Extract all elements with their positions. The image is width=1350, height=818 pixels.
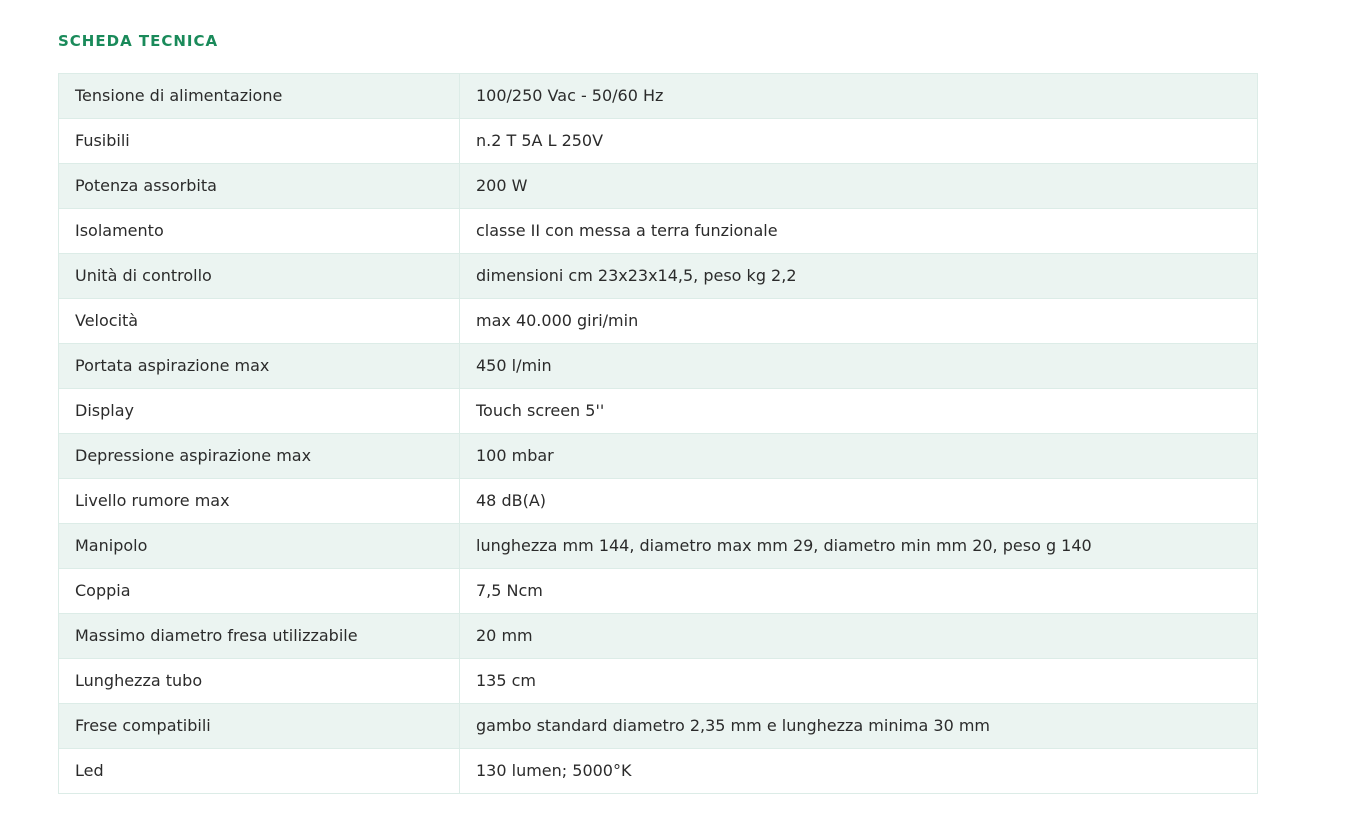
spec-label: Tensione di alimentazione xyxy=(58,73,460,119)
spec-row: Manipolo lunghezza mm 144, diametro max m… xyxy=(58,523,1258,569)
spec-row: Unità di controllo dimensioni cm 23x23x14… xyxy=(58,253,1258,299)
spec-value: 48 dB(A) xyxy=(459,478,1258,524)
spec-row: Tensione di alimentazione 100/250 Vac - 5… xyxy=(58,73,1258,119)
section-title: SCHEDA TECNICA xyxy=(58,32,219,50)
spec-label: Fusibili xyxy=(58,118,460,164)
spec-label: Lunghezza tubo xyxy=(58,658,460,704)
spec-value: 130 lumen; 5000°K xyxy=(459,748,1258,794)
spec-label: Led xyxy=(58,748,460,794)
spec-table: Tensione di alimentazione 100/250 Vac - 5… xyxy=(58,73,1258,794)
spec-value: lunghezza mm 144, diametro max mm 29, di… xyxy=(459,523,1258,569)
spec-label: Potenza assorbita xyxy=(58,163,460,209)
spec-value: 135 cm xyxy=(459,658,1258,704)
spec-row: Livello rumore max 48 dB(A) xyxy=(58,478,1258,524)
spec-value: gambo standard diametro 2,35 mm e lunghe… xyxy=(459,703,1258,749)
spec-row: Depressione aspirazione max 100 mbar xyxy=(58,433,1258,479)
spec-label: Unità di controllo xyxy=(58,253,460,299)
spec-value: 100/250 Vac - 50/60 Hz xyxy=(459,73,1258,119)
spec-value: dimensioni cm 23x23x14,5, peso kg 2,2 xyxy=(459,253,1258,299)
spec-value: 7,5 Ncm xyxy=(459,568,1258,614)
spec-table-body: Tensione di alimentazione 100/250 Vac - 5… xyxy=(58,73,1258,794)
spec-row: Velocità max 40.000 giri/min xyxy=(58,298,1258,344)
spec-row: Coppia 7,5 Ncm xyxy=(58,568,1258,614)
spec-label: Manipolo xyxy=(58,523,460,569)
spec-label: Portata aspirazione max xyxy=(58,343,460,389)
spec-value: 100 mbar xyxy=(459,433,1258,479)
spec-label: Coppia xyxy=(58,568,460,614)
spec-row: Display Touch screen 5'' xyxy=(58,388,1258,434)
spec-value: 200 W xyxy=(459,163,1258,209)
spec-value: n.2 T 5A L 250V xyxy=(459,118,1258,164)
spec-row: Potenza assorbita 200 W xyxy=(58,163,1258,209)
spec-row: Isolamento classe II con messa a terra fu… xyxy=(58,208,1258,254)
spec-label: Frese compatibili xyxy=(58,703,460,749)
spec-label: Display xyxy=(58,388,460,434)
spec-label: Depressione aspirazione max xyxy=(58,433,460,479)
spec-label: Isolamento xyxy=(58,208,460,254)
spec-value: 450 l/min xyxy=(459,343,1258,389)
spec-value: 20 mm xyxy=(459,613,1258,659)
spec-row: Fusibili n.2 T 5A L 250V xyxy=(58,118,1258,164)
spec-row: Massimo diametro fresa utilizzabile 20 mm xyxy=(58,613,1258,659)
spec-row: Frese compatibili gambo standard diametro… xyxy=(58,703,1258,749)
spec-value: Touch screen 5'' xyxy=(459,388,1258,434)
spec-row: Portata aspirazione max 450 l/min xyxy=(58,343,1258,389)
spec-label: Velocità xyxy=(58,298,460,344)
spec-row: Lunghezza tubo 135 cm xyxy=(58,658,1258,704)
spec-label: Livello rumore max xyxy=(58,478,460,524)
spec-value: max 40.000 giri/min xyxy=(459,298,1258,344)
spec-value: classe II con messa a terra funzionale xyxy=(459,208,1258,254)
spec-label: Massimo diametro fresa utilizzabile xyxy=(58,613,460,659)
spec-row: Led 130 lumen; 5000°K xyxy=(58,748,1258,794)
